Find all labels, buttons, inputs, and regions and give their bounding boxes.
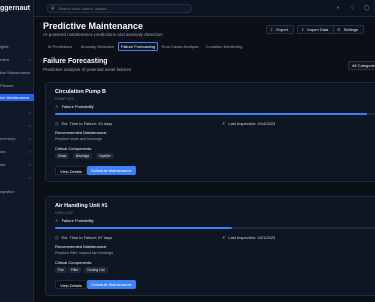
time-to-failure: ◷ Est. Time to Failure: 67 days <box>55 235 113 240</box>
download-icon: ↧ <box>270 27 274 32</box>
search-box[interactable]: ⚲ <box>47 4 192 13</box>
sidebar-item-label: nventory <box>0 136 16 141</box>
sidebar-item-integration[interactable]: egration <box>0 188 34 195</box>
sidebar-item-label: ets <box>0 162 6 167</box>
theme-icon[interactable]: ◐ <box>334 4 343 13</box>
sidebar-item-label: tive Maintenance <box>0 70 31 75</box>
warning-icon: ⚠ <box>55 104 59 109</box>
component-chip: Fan <box>55 267 67 273</box>
failure-probability-bar <box>55 113 375 115</box>
sidebar-item-13[interactable] <box>0 201 34 208</box>
clock-icon: ◷ <box>55 235 59 240</box>
settings-button[interactable]: ⚙ Settings <box>333 25 364 34</box>
import-data-button[interactable]: ↥ Import Data <box>297 25 338 34</box>
sidebar-item-label: rders <box>0 57 10 62</box>
component-chip: Impeller <box>96 153 114 159</box>
sidebar-item-label: ights <box>0 44 9 49</box>
schedule-maintenance-button[interactable]: Schedule Maintenance <box>87 166 136 175</box>
critical-components-label: Critical Components: <box>55 260 93 265</box>
failure-probability-label: ⚠ Failure Probability <box>55 104 94 109</box>
asset-name: Air Handling Unit #1 <box>55 203 108 209</box>
sidebar-item-planner[interactable]: Planner <box>0 82 34 89</box>
sidebar-item-predictive-maintenance[interactable]: ive Maintenance <box>0 94 34 101</box>
clock-icon: ◷ <box>55 121 59 126</box>
recommended-maintenance-text: Replace filter, inspect fan bearings <box>55 251 114 255</box>
chevron-right-icon: > <box>28 123 31 128</box>
sidebar-item-7[interactable]: > <box>0 122 34 129</box>
sidebar-item-0[interactable] <box>0 21 34 28</box>
last-inspection: ✗ Last Inspection: 4/21/2023 <box>222 235 276 240</box>
failure-probability-fill <box>55 227 233 229</box>
sidebar-item-preventive-maintenance[interactable]: tive Maintenance <box>0 69 34 76</box>
failure-probability-bar <box>55 227 375 229</box>
tab-failure-forecasting[interactable]: Failure Forecasting <box>118 42 158 51</box>
top-bar: ⚲ ◐ ♢ ◯ <box>34 0 375 17</box>
chevron-right-icon: > <box>28 175 31 180</box>
failure-probability-fill <box>55 113 368 115</box>
sidebar-item-work-orders[interactable]: rders > <box>0 56 34 63</box>
tab-ai-predictions[interactable]: AI Predictions <box>43 42 77 51</box>
recommended-maintenance-label: Recommended Maintenance: <box>55 130 108 135</box>
tab-bar: AI Predictions Anomaly Detection Failure… <box>43 42 375 51</box>
sidebar-item-11[interactable]: > <box>0 174 34 181</box>
sidebar-item-14[interactable] <box>0 214 34 221</box>
user-icon[interactable]: ◯ <box>362 4 371 13</box>
component-chip: Bearings <box>73 153 93 159</box>
schedule-maintenance-button[interactable]: Schedule Maintenance <box>87 280 136 289</box>
forecast-card: Air Handling Unit #1 HVAC-002 ⚠ Failure P… <box>45 196 375 296</box>
page-title: Predictive Maintenance <box>43 21 144 31</box>
view-details-button[interactable]: View Details <box>55 166 87 175</box>
chevron-right-icon: > <box>28 149 31 154</box>
last-inspection: ✗ Last Inspection: 4/14/2023 <box>222 121 276 126</box>
view-details-button[interactable]: View Details <box>55 280 87 289</box>
sidebar: ggernaut ights rders > tive Maintenance P… <box>0 0 34 302</box>
gear-icon: ⚙ <box>337 27 341 32</box>
sidebar-item-inventory[interactable]: nventory > <box>0 135 34 142</box>
export-button[interactable]: ↧ Export <box>266 25 294 34</box>
app-brand: ggernaut <box>0 5 30 12</box>
forecast-card: Circulation Pump B PUMP-023 ⚠ Failure Pro… <box>45 82 375 182</box>
chevron-right-icon: > <box>28 136 31 141</box>
component-chip: Seals <box>55 153 70 159</box>
critical-components-label: Critical Components: <box>55 146 93 151</box>
chevron-right-icon: > <box>28 110 31 115</box>
time-to-failure: ◷ Est. Time to Failure: 43 days <box>55 121 113 126</box>
tab-condition-monitoring[interactable]: Condition Monitoring <box>202 42 246 51</box>
asset-id: PUMP-023 <box>55 97 74 101</box>
notification-icon[interactable]: ♢ <box>348 4 357 13</box>
search-input[interactable] <box>58 5 188 12</box>
section-title: Failure Forecasting <box>43 58 108 65</box>
sidebar-item-label: Planner <box>0 83 14 88</box>
recommended-maintenance-text: Replace seals and bearings <box>55 137 102 141</box>
sidebar-item-vendors[interactable]: ors > <box>0 148 34 155</box>
search-icon: ⚲ <box>51 6 55 12</box>
warning-icon: ⚠ <box>55 218 59 223</box>
sidebar-item-label: ors <box>0 149 6 154</box>
component-chip: Filter <box>68 267 82 273</box>
category-filter-select[interactable]: All Categories <box>348 61 375 70</box>
sidebar-item-insights[interactable]: ights <box>0 43 34 50</box>
sidebar-item-6[interactable]: > <box>0 109 34 116</box>
sidebar-item-label: egration <box>0 189 15 194</box>
chevron-right-icon: > <box>28 162 31 167</box>
failure-probability-label: ⚠ Failure Probability <box>55 218 94 223</box>
tab-root-cause-analysis[interactable]: Root Cause Analysis <box>159 42 201 51</box>
section-subtitle: Predictive analysis of potential asset f… <box>43 67 132 72</box>
asset-id: HVAC-002 <box>55 211 73 215</box>
sidebar-item-label: ive Maintenance <box>0 95 30 100</box>
component-chip: Cooling Coil <box>84 267 108 273</box>
wrench-icon: ✗ <box>222 121 226 126</box>
tab-anomaly-detection[interactable]: Anomaly Detection <box>78 42 117 51</box>
wrench-icon: ✗ <box>222 235 226 240</box>
sidebar-item-assets[interactable]: ets > <box>0 161 34 168</box>
asset-name: Circulation Pump B <box>55 89 107 95</box>
page-subtitle: AI-powered maintenance predictions and a… <box>43 32 163 37</box>
upload-icon: ↥ <box>301 27 305 32</box>
chevron-right-icon: > <box>28 57 31 62</box>
recommended-maintenance-label: Recommended Maintenance: <box>55 244 108 249</box>
